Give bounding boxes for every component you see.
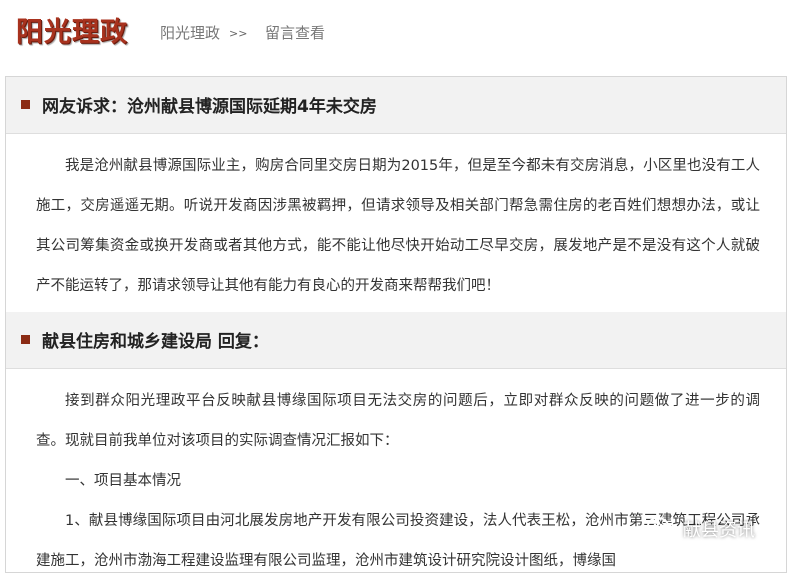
breadcrumb-home-link[interactable]: 阳光理政 [160,22,220,43]
petition-title: 网友诉求：沧州献县博源国际延期4年未交房 [42,97,377,117]
wechat-icon [647,517,676,540]
reply-title: 献县住房和城乡建设局 回复： [42,332,269,352]
petition-text: 我是沧州献县博源国际业主，购房合同里交房日期为2015年，但是至今都未有交房消息… [36,158,760,294]
petition-body: 我是沧州献县博源国际业主，购房合同里交房日期为2015年，但是至今都未有交房消息… [6,134,786,306]
reply-paragraph-intro: 接到群众阳光理政平台反映献县博缘国际项目无法交房的问题后，立即对群众反映的问题做… [36,393,760,449]
square-bullet-icon [21,100,30,109]
petition-card: 网友诉求：沧州献县博源国际延期4年未交房 我是沧州献县博源国际业主，购房合同里交… [5,76,787,314]
reply-header: 献县住房和城乡建设局 回复： [6,312,786,369]
square-bullet-icon [21,335,30,344]
petition-header: 网友诉求：沧州献县博源国际延期4年未交房 [6,77,786,134]
source-watermark: 献县资讯 [647,516,755,542]
breadcrumb-separator: >> [229,27,248,40]
watermark-text: 献县资讯 [683,520,755,541]
reply-body: 接到群众阳光理政平台反映献县博缘国际项目无法交房的问题后，立即对群众反映的问题做… [6,369,786,581]
breadcrumb-current-page[interactable]: 留言查看 [265,22,325,43]
reply-paragraph-section-heading: 一、项目基本情况 [65,473,181,489]
site-logo[interactable]: 阳光理政 [16,10,128,49]
top-bar: 阳光理政 阳光理政 >> 留言查看 [0,0,787,64]
